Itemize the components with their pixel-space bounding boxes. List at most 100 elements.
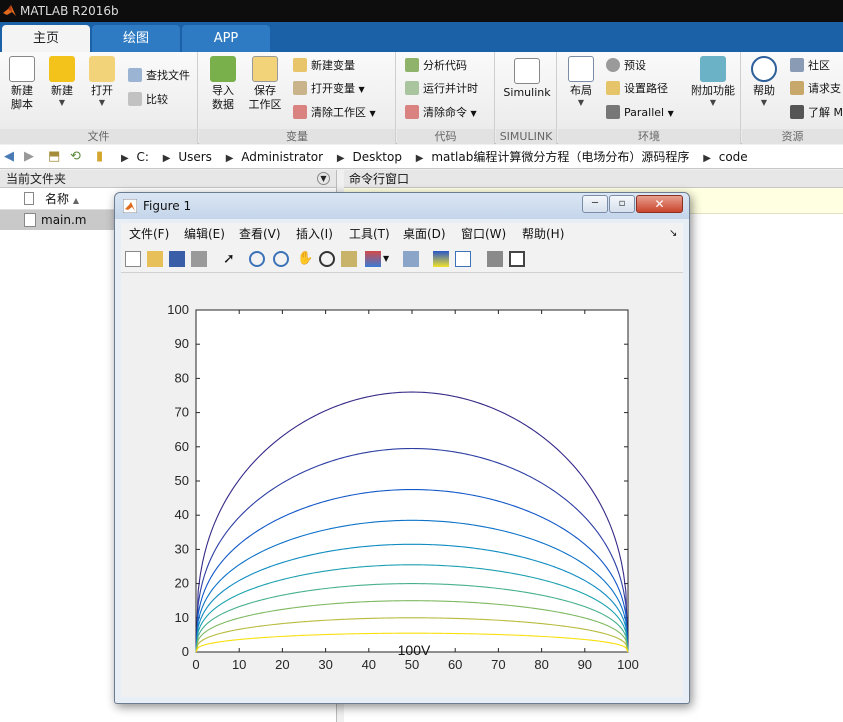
current-folder-header: 当前文件夹 ▼	[0, 170, 336, 188]
menu-help[interactable]: 帮助(H)	[522, 223, 564, 245]
compare-label: 比较	[146, 93, 168, 106]
find-files-button[interactable]: 查找文件	[128, 66, 190, 86]
learn-matlab-label: 了解 M	[808, 106, 843, 119]
forward-arrow-icon[interactable]: ▶	[24, 145, 34, 169]
ribbon-group-resources: 帮助 ▼ 社区 请求支 了解 M 资源	[742, 52, 843, 144]
breadcrumb-item[interactable]: code	[719, 150, 748, 164]
figure-title: Figure 1	[143, 199, 192, 213]
layout-button[interactable]: 布局 ▼	[562, 56, 600, 107]
breadcrumb-separator-icon: ▶	[336, 153, 345, 164]
folder-icon	[89, 56, 115, 82]
maximize-button[interactable]: ▫	[609, 195, 635, 213]
breadcrumb-separator-icon: ▶	[703, 153, 711, 164]
tab-plots[interactable]: 绘图	[92, 25, 180, 52]
group-label-file: 文件	[0, 129, 197, 144]
analyze-icon	[405, 58, 419, 72]
menu-insert[interactable]: 插入(I)	[296, 223, 333, 245]
group-label-variable: 变量	[199, 129, 395, 144]
run-time-label: 运行并计时	[423, 82, 478, 95]
up-folder-icon[interactable]: ⬒	[48, 145, 60, 169]
menu-edit[interactable]: 编辑(E)	[184, 223, 225, 245]
x-tick-label: 60	[448, 657, 462, 672]
save-icon[interactable]	[169, 251, 185, 267]
help-button[interactable]: 帮助 ▼	[746, 56, 782, 107]
run-and-time-button[interactable]: 运行并计时	[405, 79, 478, 99]
data-cursor-icon[interactable]	[341, 251, 357, 267]
menu-window[interactable]: 窗口(W)	[461, 223, 506, 245]
rotate-3d-icon[interactable]	[319, 251, 335, 267]
menu-view[interactable]: 查看(V)	[239, 223, 281, 245]
analyze-code-button[interactable]: 分析代码	[405, 56, 467, 76]
figure-title-bar[interactable]: Figure 1 ─ ▫ ✕	[115, 193, 689, 219]
open-button[interactable]: 打开 ▼	[84, 56, 120, 107]
open-file-icon[interactable]	[147, 251, 163, 267]
print-icon[interactable]	[191, 251, 207, 267]
save-workspace-button[interactable]: 保存 工作区	[245, 56, 285, 112]
back-arrow-icon[interactable]: ◀	[4, 145, 14, 169]
hide-plot-tools-icon[interactable]	[487, 251, 503, 267]
gear-icon	[606, 58, 620, 72]
breadcrumb-item[interactable]: matlab编程计算微分方程（电场分布）源码程序	[431, 150, 689, 164]
menu-desktop[interactable]: 桌面(D)	[403, 223, 446, 245]
breadcrumb-item[interactable]: C:	[137, 150, 149, 164]
browse-folder-icon[interactable]: ⟲	[70, 145, 81, 169]
menu-tools[interactable]: 工具(T)	[349, 223, 390, 245]
menu-file[interactable]: 文件(F)	[129, 223, 169, 245]
breadcrumb-separator-icon: ▶	[415, 153, 424, 164]
group-label-code: 代码	[397, 129, 494, 144]
new-variable-button[interactable]: 新建变量	[293, 56, 355, 76]
pan-hand-icon[interactable]: ✋	[297, 251, 313, 267]
add-ons-button[interactable]: 附加功能 ▼	[686, 56, 740, 107]
y-tick-label: 90	[175, 336, 189, 351]
file-column-icon	[24, 192, 34, 205]
new-figure-icon[interactable]	[125, 251, 141, 267]
minimize-button[interactable]: ─	[582, 195, 608, 213]
chevron-down-icon[interactable]: ▼	[383, 251, 391, 267]
compare-button[interactable]: 比较	[128, 90, 168, 110]
set-path-button[interactable]: 设置路径	[606, 79, 668, 99]
brush-icon[interactable]	[365, 251, 381, 267]
close-button[interactable]: ✕	[636, 195, 683, 213]
show-plot-tools-icon[interactable]	[509, 251, 525, 267]
add-ons-icon	[700, 56, 726, 82]
preferences-button[interactable]: 预设	[606, 56, 646, 76]
annotation-label: 100V	[398, 642, 431, 658]
breadcrumb-item[interactable]: Administrator	[241, 150, 323, 164]
parallel-button[interactable]: Parallel ▼	[606, 103, 674, 123]
chevron-down-icon: ▼	[709, 98, 717, 107]
line-chart[interactable]: 0 10 20 30 40 50 60 70 80 90 100 0 10 20 30 40 50 60 70 80 9…	[121, 273, 683, 697]
dock-arrow-icon[interactable]: ↘	[669, 223, 677, 245]
help-icon	[751, 56, 777, 82]
panel-menu-icon[interactable]: ▼	[317, 172, 330, 185]
column-name-label: 名称	[45, 192, 70, 206]
community-label: 社区	[808, 59, 830, 72]
find-files-icon	[128, 68, 142, 82]
simulink-button[interactable]: Simulink	[499, 58, 555, 100]
link-plot-icon[interactable]	[403, 251, 419, 267]
breadcrumb-item[interactable]: Users	[178, 150, 212, 164]
zoom-in-icon[interactable]	[249, 251, 265, 267]
request-support-link[interactable]: 请求支	[790, 79, 841, 99]
learn-matlab-link[interactable]: 了解 M	[790, 103, 843, 123]
new-button[interactable]: 新建 ▼	[44, 56, 80, 107]
request-support-label: 请求支	[808, 82, 841, 95]
tab-apps[interactable]: APP	[182, 25, 270, 52]
colorbar-icon[interactable]	[433, 251, 449, 267]
open-variable-button[interactable]: 打开变量 ▼	[293, 79, 365, 99]
tab-home[interactable]: 主页	[2, 25, 90, 52]
compare-icon	[128, 92, 142, 106]
clear-workspace-button[interactable]: 清除工作区 ▼	[293, 103, 376, 123]
clear-commands-button[interactable]: 清除命令 ▼	[405, 103, 477, 123]
breadcrumb-item[interactable]: Desktop	[352, 150, 402, 164]
legend-icon[interactable]	[455, 251, 471, 267]
import-data-button[interactable]: 导入 数据	[203, 56, 243, 112]
chevron-down-icon: ▼	[760, 98, 768, 107]
chevron-down-icon: ▼	[98, 98, 106, 107]
new-script-icon	[9, 56, 35, 82]
community-link[interactable]: 社区	[790, 56, 830, 76]
tab-row: 主页 绘图 APP	[0, 22, 843, 52]
zoom-out-icon[interactable]	[273, 251, 289, 267]
x-tick-label: 40	[362, 657, 376, 672]
new-script-button[interactable]: 新建 脚本	[4, 56, 40, 112]
cursor-arrow-icon[interactable]: ➚	[223, 251, 239, 267]
